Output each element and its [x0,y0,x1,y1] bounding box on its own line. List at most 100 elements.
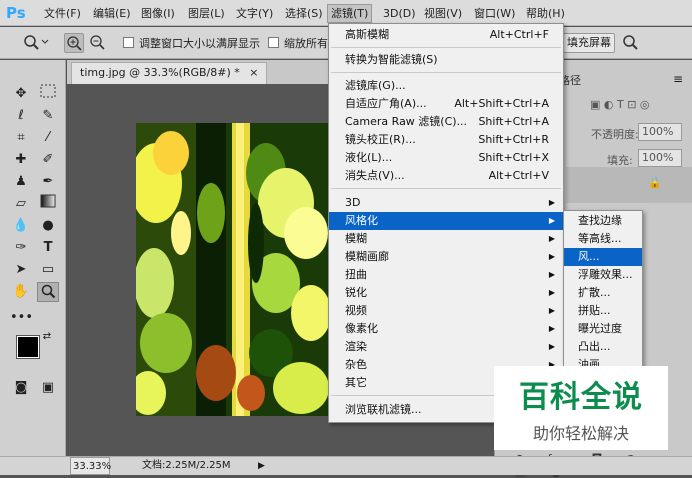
filter-liquify[interactable]: 液化(L)... Shift+Ctrl+X [329,149,563,167]
search-button[interactable] [620,33,640,53]
zoom-tool-icon [24,35,49,50]
watermark-title: 百科全说 [519,380,643,415]
submenu-arrow-icon: ▶ [548,288,555,297]
menu-help[interactable]: 帮助(H) [523,5,568,22]
hand-tool-icon[interactable]: ✋ [10,282,32,302]
menu-select[interactable]: 选择(S) [282,5,326,22]
filter-blur-gallery[interactable]: 模糊画廊 ▶ [329,248,563,266]
zoom-all-checkbox[interactable] [268,37,279,48]
blur-tool-icon[interactable]: 💧 [10,216,32,236]
menu-type[interactable]: 文字(Y) [233,5,276,22]
stylize-extrude[interactable]: 凸出... [564,338,642,356]
watermark: 百科全说 助你轻松解决 [494,366,668,450]
close-tab-icon[interactable]: × [249,66,258,79]
fill-label: 填充: [607,154,633,167]
dodge-tool-icon[interactable]: ● [37,216,59,236]
crop-tool-icon[interactable]: ⌗ [10,128,32,148]
filter-lens-correction[interactable]: 镜头校正(R)... Shift+Ctrl+R [329,131,563,149]
zoom-out-icon [90,35,105,50]
toolbox: ✥ ℓ ✎ ⌗ ⁄ ✚ ✐ ♟ ✒ ▱ 💧 ● ✑ T ➤ ▭ ✋ ••• ⇄ … [0,60,66,456]
filter-sharpen[interactable]: 锐化 ▶ [329,284,563,302]
stylize-find-edges[interactable]: 查找边缘 [564,212,642,230]
pen-tool-icon[interactable]: ✑ [10,238,32,258]
submenu-arrow-icon: ▶ [548,306,555,315]
stylize-wind[interactable]: 风... [564,248,642,266]
foreground-color-swatch[interactable] [16,335,40,359]
filter-menu: 高斯模糊 Alt+Ctrl+F 转换为智能滤镜(S) 滤镜库(G)... 自适应广… [328,23,564,423]
menu-file[interactable]: 文件(F) [41,5,84,22]
more-tools-icon[interactable]: ••• [10,308,33,328]
zoom-in-icon [67,36,82,51]
filter-convert-smart[interactable]: 转换为智能滤镜(S) [329,51,563,69]
stylize-submenu: 查找边缘 等高线... 风... 浮雕效果... 扩散... 拼贴... 曝光过… [563,210,643,370]
filter-adaptive-wide-angle[interactable]: 自适应广角(A)... Alt+Shift+Ctrl+A [329,95,563,113]
rectangle-tool-icon[interactable]: ▭ [37,260,59,280]
fill-screen-button[interactable]: 填充屏幕 [563,33,615,53]
menu-image[interactable]: 图像(I) [138,5,178,22]
submenu-arrow-icon: ▶ [548,198,555,207]
path-select-tool-icon[interactable]: ➤ [10,260,32,280]
menu-filter[interactable]: 滤镜(T) [326,4,373,23]
type-tool-icon[interactable]: T [37,238,59,258]
stylize-diffuse[interactable]: 扩散... [564,284,642,302]
clone-stamp-tool-icon[interactable]: ♟ [10,172,32,192]
menu-3d[interactable]: 3D(D) [380,5,419,22]
fill-field[interactable]: 100% [638,149,682,167]
stylize-emboss[interactable]: 浮雕效果... [564,266,642,284]
zoom-all-label: 缩放所有 [284,37,328,50]
panel-menu-icon[interactable]: ≡ [673,72,683,86]
filter-distort[interactable]: 扭曲 ▶ [329,266,563,284]
canvas-image[interactable] [136,123,328,416]
filter-pixelate[interactable]: 像素化 ▶ [329,320,563,338]
stylize-contour[interactable]: 等高线... [564,230,642,248]
swap-colors-icon[interactable]: ⇄ [40,330,54,344]
zoom-in-button[interactable] [64,33,84,53]
zoom-level-field[interactable]: 33.33% [70,457,111,475]
move-tool-icon[interactable]: ✥ [10,84,32,104]
filter-gallery[interactable]: 滤镜库(G)... [329,77,563,95]
quick-select-tool-icon[interactable]: ✎ [37,106,59,126]
submenu-arrow-icon: ▶ [548,216,555,225]
eraser-tool-icon[interactable]: ▱ [10,194,32,214]
menu-view[interactable]: 视图(V) [421,5,465,22]
submenu-arrow-icon: ▶ [548,252,555,261]
quick-mask-icon[interactable]: ◙ [10,378,32,398]
screen-mode-icon[interactable]: ▣ [37,378,59,398]
document-tab[interactable]: timg.jpg @ 33.3%(RGB/8#) * × [71,62,268,84]
filter-camera-raw[interactable]: Camera Raw 滤镜(C)... Shift+Ctrl+A [329,113,563,131]
eyedropper-tool-icon[interactable]: ⁄ [37,128,59,148]
lock-icon: 🔒 [648,176,662,189]
filter-video[interactable]: 视频 ▶ [329,302,563,320]
zoom-tool-preset[interactable] [18,33,52,53]
lasso-tool-icon[interactable]: ℓ [10,106,32,126]
menu-window[interactable]: 窗口(W) [471,5,518,22]
document-tab-title: timg.jpg @ 33.3%(RGB/8#) * [80,66,240,79]
submenu-arrow-icon: ▶ [548,324,555,333]
submenu-arrow-icon: ▶ [548,342,555,351]
history-brush-tool-icon[interactable]: ✒ [37,172,59,192]
document-tab-bar: timg.jpg @ 33.3%(RGB/8#) * × [67,60,328,84]
layer-row-background[interactable]: 🔒 [566,167,692,203]
stylize-tiles[interactable]: 拼贴... [564,302,642,320]
filter-stylize[interactable]: 风格化 ▶ [329,212,563,230]
resize-windows-checkbox[interactable] [123,37,134,48]
filter-vanishing-point[interactable]: 消失点(V)... Alt+Ctrl+V [329,167,563,185]
menu-edit[interactable]: 编辑(E) [90,5,134,22]
menu-layer[interactable]: 图层(L) [185,5,228,22]
filter-3d[interactable]: 3D ▶ [329,194,563,212]
marquee-tool-icon[interactable] [37,84,59,104]
gradient-tool-icon[interactable] [37,194,59,214]
filter-render[interactable]: 渲染 ▶ [329,338,563,356]
filter-gaussian-blur-last[interactable]: 高斯模糊 Alt+Ctrl+F [329,26,563,44]
layer-filter-icons[interactable]: ▣ ◐ T ⊡ ◎ [590,98,650,111]
brush-tool-icon[interactable]: ✐ [37,150,59,170]
zoom-tool-icon[interactable] [37,282,59,302]
stylize-solarize[interactable]: 曝光过度 [564,320,642,338]
status-menu-arrow-icon[interactable]: ▶ [258,457,265,475]
filter-blur[interactable]: 模糊 ▶ [329,230,563,248]
resize-windows-label: 调整窗口大小以满屏显示 [139,37,260,50]
zoom-out-button[interactable] [87,33,107,53]
opacity-label: 不透明度: [591,128,639,141]
healing-tool-icon[interactable]: ✚ [10,150,32,170]
opacity-field[interactable]: 100% [638,123,682,141]
